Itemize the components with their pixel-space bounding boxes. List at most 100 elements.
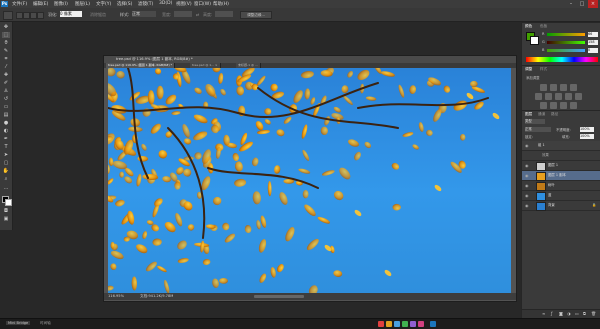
marquee-tool-icon[interactable]: ⬚ [2,32,10,38]
lasso-tool-icon[interactable]: ϑ [2,40,10,46]
brightness-contrast-icon[interactable] [540,84,547,91]
tab-channels[interactable]: 通道 [538,112,545,117]
tray-icon-shirt[interactable] [410,321,416,327]
move-tool-icon[interactable]: ✥ [2,24,10,30]
blur-tool-icon[interactable]: ● [2,120,10,126]
layer-filter-kind[interactable]: 类型 [525,119,545,124]
brush-tool-icon[interactable]: ✐ [2,80,10,86]
zoom-level[interactable]: 116.95% [108,293,124,300]
menu-filter[interactable]: 滤镜(T) [138,1,153,7]
red-slider[interactable] [547,33,585,36]
quick-select-tool-icon[interactable]: ✎ [2,48,10,54]
photo-filter-icon[interactable] [575,93,582,100]
gradient-map-icon[interactable] [570,102,577,109]
horizontal-scrollbar[interactable] [254,295,304,298]
gradient-tool-icon[interactable]: ▤ [2,112,10,118]
document-title-bar[interactable]: tree.psd @ 116.9% (图层 1 副本, RGB/8#) * [104,56,516,63]
width-input[interactable] [174,11,192,17]
timeline-tab[interactable]: 时间轴 [40,321,51,326]
blue-slider[interactable] [547,49,585,52]
curves-icon[interactable] [560,84,567,91]
tray-icon-grid[interactable] [418,321,424,327]
invert-icon[interactable] [540,102,547,109]
menu-window[interactable]: 窗口(W) [194,1,211,7]
menu-edit[interactable]: 编辑(E) [33,1,48,7]
subtract-selection-icon[interactable] [30,12,37,19]
link-layers-icon[interactable]: ∞ [542,311,545,316]
clone-stamp-icon[interactable]: ♙ [2,88,10,94]
tab-paths[interactable]: 路径 [551,112,558,117]
style-select[interactable]: 正常 [132,11,156,17]
tray-icon-app[interactable] [430,321,436,327]
color-spectrum-bar[interactable] [526,57,598,62]
visibility-eye-icon[interactable]: ◉ [525,203,530,208]
swap-icon[interactable]: ⇄ [196,12,199,17]
image-canvas[interactable] [108,68,511,293]
dodge-tool-icon[interactable]: ◐ [2,128,10,134]
path-select-icon[interactable]: ➤ [2,152,10,158]
type-tool-icon[interactable]: T [2,144,10,150]
add-selection-icon[interactable] [23,12,30,19]
tray-icon-mic[interactable] [394,321,400,327]
adjustment-layer-icon[interactable]: ◑ [567,311,571,316]
menu-view[interactable]: 视图(V) [176,1,192,7]
tray-icon-en[interactable] [386,321,392,327]
menu-help[interactable]: 帮助(H) [213,1,229,7]
color-balance-icon[interactable] [555,93,562,100]
tab-swatches[interactable]: 色板 [540,24,547,29]
green-slider[interactable] [547,41,585,44]
quick-mask-icon[interactable]: ◘ [2,208,10,214]
layer-row-effects[interactable]: 效果 [522,151,600,161]
menu-3d[interactable]: 3D(D) [159,1,172,6]
posterize-icon[interactable] [550,102,557,109]
hand-tool-icon[interactable]: ✋ [2,168,10,174]
layer-row-background[interactable]: ◉ 背景 🔒 [522,201,600,211]
screen-mode-icon[interactable]: ▣ [2,216,10,222]
tab-adjustments[interactable]: 调整 [525,67,532,72]
menu-image[interactable]: 图像(I) [54,1,68,7]
threshold-icon[interactable] [560,102,567,109]
fill-input[interactable]: 100% [580,134,594,139]
mask-icon[interactable]: ◙ [559,311,563,316]
minimize-icon[interactable]: – [566,0,576,8]
tab-color[interactable]: 颜色 [525,24,532,29]
red-value[interactable]: 66 [588,32,598,37]
tray-icon-keyboard[interactable] [402,321,408,327]
tab-styles[interactable]: 样式 [540,67,547,72]
history-brush-icon[interactable]: ↺ [2,96,10,102]
blend-mode-select[interactable]: 正常 [525,127,551,132]
feather-input[interactable]: 0 像素 [60,11,82,17]
layer-row-selected[interactable]: ◉ 图层 1 副本 [522,171,600,181]
new-selection-icon[interactable] [16,12,23,19]
document-size-info[interactable]: 文档:941.2K/9.78M [140,293,173,300]
trash-icon[interactable]: 🗑 [591,311,596,316]
layer-row[interactable]: ◉ 图层 1 [522,161,600,171]
mini-bridge-tab[interactable]: Mini Bridge [6,321,31,325]
marquee-tool-preset-icon[interactable] [3,11,13,20]
shape-tool-icon[interactable]: ▢ [2,160,10,166]
pen-tool-icon[interactable]: ✒ [2,136,10,142]
close-icon[interactable]: × [588,0,598,8]
antialias-checkbox[interactable]: 消除锯齿 [90,12,106,18]
menu-type[interactable]: 文字(Y) [96,1,111,7]
more-tools-icon[interactable]: … [2,185,10,191]
layer-row[interactable]: ◉ 树叶 [522,181,600,191]
eraser-tool-icon[interactable]: ▭ [2,104,10,110]
zoom-tool-icon[interactable]: ⌕ [2,176,10,182]
tray-icon-s[interactable] [378,321,384,327]
menu-layer[interactable]: 图层(L) [75,1,90,7]
visibility-eye-icon[interactable]: ◉ [525,183,530,188]
exposure-icon[interactable] [570,84,577,91]
intersect-selection-icon[interactable] [37,12,44,19]
layer-row-group[interactable]: ◉ 组 1 [522,141,600,151]
tab-layers[interactable]: 图层 [525,112,532,117]
green-value[interactable]: 158 [588,40,598,45]
visibility-eye-icon[interactable]: ◉ [525,173,530,178]
black-white-icon[interactable] [565,93,572,100]
layer-row[interactable]: ◉ 蓝 [522,191,600,201]
visibility-eye-icon[interactable]: ◉ [525,163,530,168]
visibility-eye-icon[interactable]: ◉ [525,143,530,148]
background-color-swatch[interactable] [5,199,12,206]
new-layer-icon[interactable]: ⧉ [583,311,586,316]
refine-edge-button[interactable]: 调整边缘... [240,11,272,19]
